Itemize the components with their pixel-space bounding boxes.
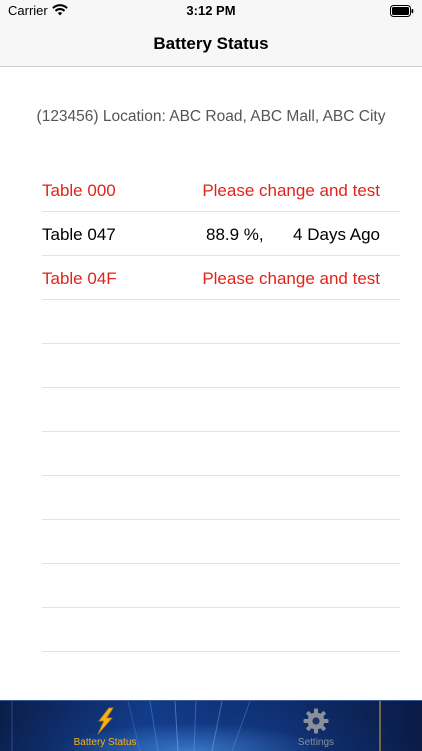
page-title: Battery Status	[153, 34, 269, 53]
empty-row	[42, 344, 400, 388]
navigation-bar: Battery Status	[0, 22, 422, 67]
table-row[interactable]: Table 04F Please change and test	[42, 256, 400, 300]
tab-bar: Battery Status Settings	[0, 700, 422, 751]
last-test-time: 4 Days Ago	[293, 225, 380, 244]
table-name: Table 000	[42, 181, 116, 200]
table-name: Table 047	[42, 225, 116, 244]
empty-row	[42, 608, 400, 652]
battery-percent: 88.9 %,	[206, 225, 264, 244]
empty-row	[42, 564, 400, 608]
table-name: Table 04F	[42, 269, 117, 288]
status-bar: Carrier 3:12 PM	[0, 0, 422, 22]
tab-label: Settings	[297, 737, 335, 748]
empty-row	[42, 432, 400, 476]
empty-row	[42, 520, 400, 564]
empty-row	[42, 476, 400, 520]
location-label: (123456) Location: ABC Road, ABC Mall, A…	[36, 108, 386, 125]
tab-label: Battery Status	[73, 737, 137, 748]
clock: 3:12 PM	[186, 3, 236, 18]
tab-battery-status[interactable]: Battery Status	[45, 701, 165, 751]
table-row[interactable]: Table 047 88.9 %, 4 Days Ago	[42, 212, 400, 256]
gear-icon	[303, 708, 329, 734]
tab-settings[interactable]: Settings	[256, 701, 376, 751]
battery-status-icon	[97, 707, 114, 735]
table-list: Table 000 Please change and test Table 0…	[42, 168, 400, 652]
empty-row	[42, 388, 400, 432]
table-row[interactable]: Table 000 Please change and test	[42, 168, 400, 212]
table-status: Please change and test	[202, 181, 380, 200]
table-status: Please change and test	[202, 269, 380, 288]
battery-icon	[390, 5, 414, 17]
empty-row	[42, 300, 400, 344]
